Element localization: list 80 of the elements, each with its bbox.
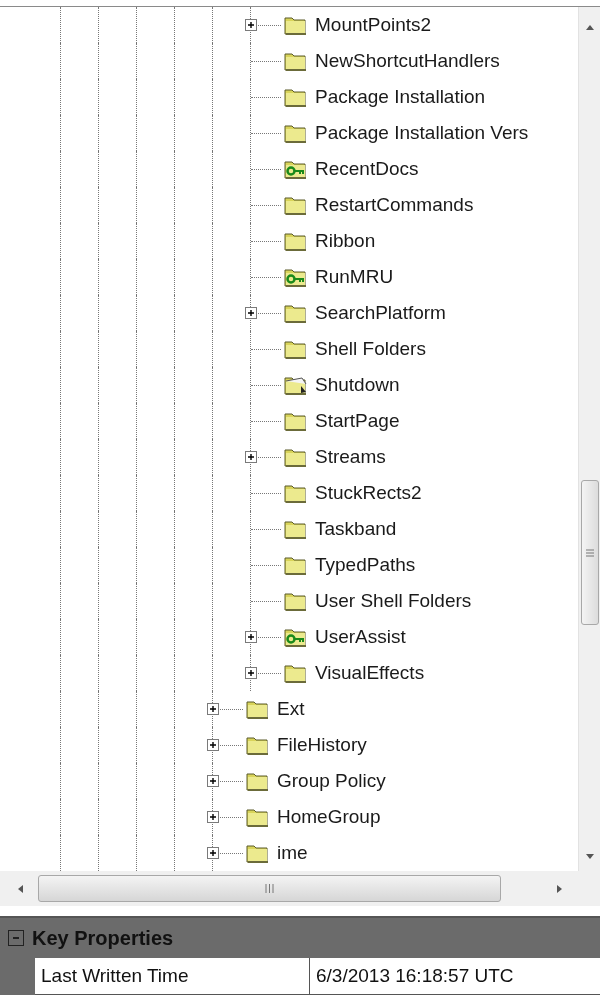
folder-icon — [283, 230, 309, 252]
tree-item[interactable]: User Shell Folders — [315, 590, 472, 612]
folder-icon — [283, 518, 309, 540]
tree-item[interactable]: Group Policy — [277, 770, 386, 792]
folder-icon — [245, 734, 271, 756]
tree-item[interactable]: Package Installation — [315, 86, 486, 108]
folder-icon — [283, 194, 309, 216]
tree-item[interactable]: StartPage — [315, 410, 400, 432]
expand-button[interactable] — [245, 19, 257, 31]
tree-item[interactable]: ime — [277, 842, 308, 864]
expand-button[interactable] — [245, 667, 257, 679]
plus-icon — [208, 776, 218, 786]
expand-button[interactable] — [245, 631, 257, 643]
folder-icon — [283, 302, 309, 324]
expand-button[interactable] — [207, 811, 219, 823]
plus-icon — [208, 812, 218, 822]
tree-item[interactable]: Ext — [277, 698, 305, 720]
tree-item[interactable]: TypedPaths — [315, 554, 416, 576]
vertical-scrollbar[interactable] — [578, 7, 600, 871]
tree-item[interactable]: Package Installation Vers — [315, 122, 529, 144]
folder-icon — [283, 122, 309, 144]
shortcut-folder-icon — [283, 374, 309, 396]
tree-item[interactable]: Ribbon — [315, 230, 376, 252]
plus-icon — [246, 308, 256, 318]
tree-item[interactable]: RecentDocs — [315, 158, 419, 180]
up-arrow-icon[interactable] — [584, 23, 595, 31]
scroll-thumb[interactable] — [580, 480, 599, 625]
expand-button[interactable] — [245, 451, 257, 463]
folder-icon — [283, 86, 309, 108]
tree-item[interactable]: Taskband — [315, 518, 397, 540]
tree-item[interactable]: VisualEffects — [315, 662, 425, 684]
folder-icon — [283, 338, 309, 360]
plus-icon — [246, 20, 256, 30]
folder-icon — [283, 554, 309, 576]
tree-item[interactable]: MountPoints2 — [315, 14, 432, 36]
property-value: 6/3/2013 16:18:57 UTC — [315, 964, 515, 988]
folder-icon — [283, 482, 309, 504]
folder-icon — [283, 590, 309, 612]
plus-icon — [208, 740, 218, 750]
plus-icon — [246, 668, 256, 678]
plus-icon — [246, 452, 256, 462]
folder-icon — [245, 698, 271, 720]
plus-icon — [208, 704, 218, 714]
expand-button[interactable] — [245, 307, 257, 319]
key-folder-icon — [283, 266, 309, 288]
down-arrow-icon[interactable] — [584, 853, 595, 861]
tree-item[interactable]: RestartCommands — [315, 194, 474, 216]
folder-icon — [283, 410, 309, 432]
tree-item[interactable]: UserAssist — [315, 626, 406, 648]
scroll-thumb[interactable] — [38, 875, 501, 902]
tree-item[interactable]: NewShortcutHandlers — [315, 50, 500, 72]
tree-item[interactable]: StuckRects2 — [315, 482, 422, 504]
right-arrow-icon[interactable] — [556, 883, 564, 894]
horizontal-scrollbar[interactable] — [0, 871, 600, 906]
section-title: Key Properties — [32, 926, 174, 950]
key-folder-icon — [283, 158, 309, 180]
tree-item[interactable]: HomeGroup — [277, 806, 381, 828]
plus-icon — [246, 632, 256, 642]
folder-icon — [245, 770, 271, 792]
property-name: Last Written Time — [35, 958, 310, 994]
folder-icon — [283, 50, 309, 72]
tree-item[interactable]: Shutdown — [315, 374, 400, 396]
tree-item[interactable]: Streams — [315, 446, 386, 468]
key-folder-icon — [283, 626, 309, 648]
expand-button[interactable] — [207, 739, 219, 751]
tree-item[interactable]: RunMRU — [315, 266, 394, 288]
tree-item[interactable]: Shell Folders — [315, 338, 426, 360]
expand-button[interactable] — [207, 775, 219, 787]
tree-item[interactable]: SearchPlatform — [315, 302, 446, 324]
expand-button[interactable] — [207, 703, 219, 715]
expand-button[interactable] — [207, 847, 219, 859]
folder-icon — [283, 446, 309, 468]
left-arrow-icon[interactable] — [16, 883, 24, 894]
collapse-button[interactable] — [8, 930, 24, 946]
folder-icon — [283, 14, 309, 36]
folder-icon — [283, 662, 309, 684]
folder-icon — [245, 842, 271, 864]
tree-item[interactable]: FileHistory — [277, 734, 367, 756]
plus-icon — [208, 848, 218, 858]
folder-icon — [245, 806, 271, 828]
